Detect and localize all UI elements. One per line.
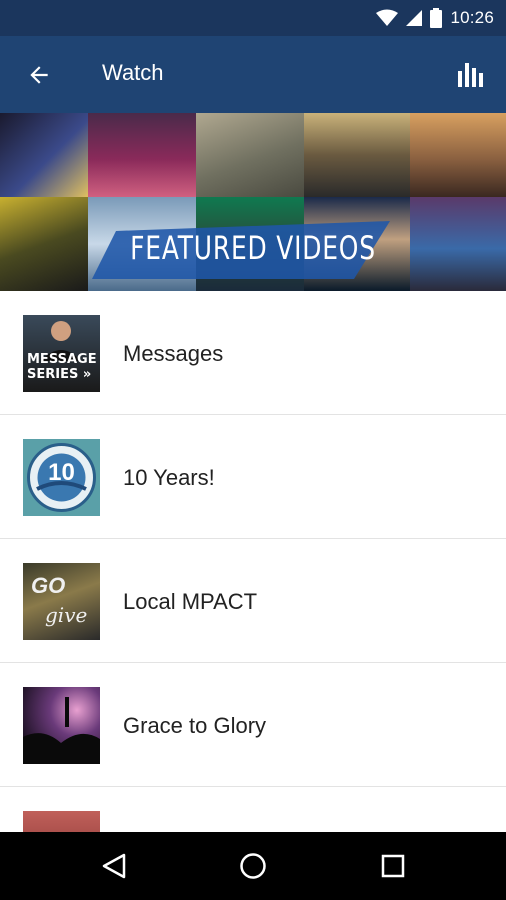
wifi-icon: [376, 9, 399, 26]
thumb-text-message: MESSAGE: [27, 352, 97, 367]
nav-home-button[interactable]: [233, 846, 273, 886]
back-button[interactable]: [20, 56, 58, 94]
back-arrow-icon: [30, 66, 48, 84]
list-item-partial[interactable]: [0, 787, 506, 832]
home-circle-icon: [240, 853, 266, 879]
partial-thumbnail: [23, 811, 100, 832]
thumb-text-go: GO: [31, 573, 66, 598]
back-triangle-icon: [102, 853, 126, 879]
local-mpact-thumbnail: GO give: [23, 563, 100, 640]
thumb-text-series: SERIES »: [27, 367, 92, 382]
recents-square-icon: [381, 854, 405, 878]
list-item-label: Local MPACT: [123, 589, 258, 614]
stats-button[interactable]: [452, 56, 490, 94]
video-category-list: MESSAGE SERIES » Messages 10 10 Years! G…: [0, 291, 506, 832]
messages-thumbnail: MESSAGE SERIES »: [23, 315, 100, 392]
grace-to-glory-thumbnail: [23, 687, 100, 764]
cell-signal-icon: [406, 10, 423, 26]
page-title: Watch: [102, 60, 164, 85]
status-icons: 10:26: [376, 0, 494, 36]
thumb-text-10: 10: [48, 459, 75, 486]
list-item-label: Grace to Glory: [123, 713, 267, 738]
nav-recents-button[interactable]: [373, 846, 413, 886]
system-nav-bar: [0, 832, 506, 900]
list-item-grace-to-glory[interactable]: Grace to Glory: [0, 663, 506, 787]
list-item-label: 10 Years!: [123, 465, 215, 490]
list-item-10-years[interactable]: 10 10 Years!: [0, 415, 506, 539]
raised-hands-icon: [23, 697, 100, 764]
list-item-local-mpact[interactable]: GO give Local MPACT: [0, 539, 506, 663]
bar-chart-icon: [458, 63, 483, 87]
list-item-messages[interactable]: MESSAGE SERIES » Messages: [0, 291, 506, 415]
featured-videos-banner[interactable]: FEATURED VIDEOS: [0, 113, 506, 291]
list-item-label: Messages: [123, 341, 224, 366]
app-bar: Watch: [0, 36, 506, 113]
status-time: 10:26: [450, 8, 494, 27]
battery-icon: [430, 8, 443, 28]
status-bar: 10:26: [0, 0, 506, 36]
nav-back-button[interactable]: [94, 846, 134, 886]
thumb-text-give: give: [45, 603, 88, 627]
banner-title: FEATURED VIDEOS: [130, 229, 376, 267]
10-years-thumbnail: 10: [23, 439, 100, 516]
